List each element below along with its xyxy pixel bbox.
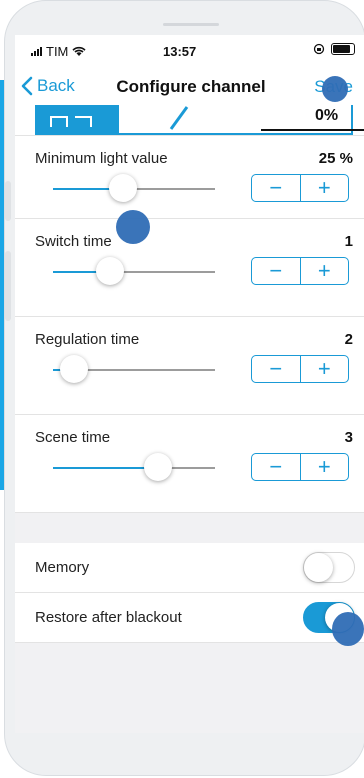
battery-icon [331,43,355,55]
increment-button[interactable]: + [301,175,349,201]
light-preview: 0% [15,105,364,136]
setting-value: 25 % [318,150,353,167]
slider-track[interactable] [53,453,215,481]
slider-thumb[interactable] [60,355,89,383]
light-panel-icon [50,116,92,127]
preview-baseline [261,129,364,131]
slider-thumb[interactable] [108,174,137,202]
side-button [5,251,11,321]
setting-value: 1 [344,233,353,250]
status-bar: TIM 13:57 [15,35,364,67]
page-title: Configure channel [116,77,266,96]
setting-switch-time: Switch time 1 − + [15,219,364,317]
setting-value: 2 [344,331,353,348]
increment-button[interactable]: + [301,454,349,480]
setting-regulation-time: Regulation time 2 − + [15,317,364,415]
setting-minimum-light: Minimum light value 25 % − + [15,136,364,219]
value-stepper: − + [251,355,349,383]
wifi-icon [72,46,86,56]
increment-button[interactable]: + [301,356,349,382]
slider-thumb[interactable] [144,453,173,481]
side-button [5,181,11,221]
touch-indicator [322,76,348,102]
setting-label: Switch time [35,233,112,250]
setting-label: Regulation time [35,331,140,348]
toggle-knob [304,553,333,582]
preview-light-panel [35,105,117,135]
slider-thumb[interactable] [95,257,124,285]
preview-percent: 0% [315,107,339,124]
touch-indicator [116,210,150,244]
signal-icon [31,47,42,56]
decrement-button[interactable]: − [252,454,301,480]
status-time: 13:57 [163,44,197,59]
slider-track[interactable] [53,174,215,202]
dimmer-slash-icon [169,106,189,130]
setting-scene-time: Scene time 3 − + [15,415,364,513]
navigation-bar: Back Configure channel Save [15,67,364,105]
value-stepper: − + [251,174,349,202]
setting-restore-after-blackout: Restore after blackout [15,593,364,643]
slider-track[interactable] [53,257,215,285]
toggle-label: Memory [35,559,90,576]
setting-label: Scene time [35,429,111,446]
slider-fill [53,467,159,469]
orientation-lock-icon [313,43,325,55]
app-screen: TIM 13:57 Back Configure channel Save [15,35,364,733]
carrier-label: TIM [46,44,69,59]
preview-level-box: 0% [117,105,364,135]
setting-value: 3 [344,429,353,446]
memory-toggle[interactable] [303,552,355,583]
increment-button[interactable]: + [301,258,349,284]
decrement-button[interactable]: − [252,356,301,382]
toggle-label: Restore after blackout [35,609,182,626]
setting-memory: Memory [15,543,364,593]
speaker-slot [163,23,219,26]
value-stepper: − + [251,257,349,285]
decrement-button[interactable]: − [252,175,301,201]
phone-frame: TIM 13:57 Back Configure channel Save [4,0,364,776]
setting-label: Minimum light value [35,150,168,167]
slider-track[interactable] [53,355,215,383]
decrement-button[interactable]: − [252,258,301,284]
value-stepper: − + [251,453,349,481]
touch-indicator [332,612,364,646]
